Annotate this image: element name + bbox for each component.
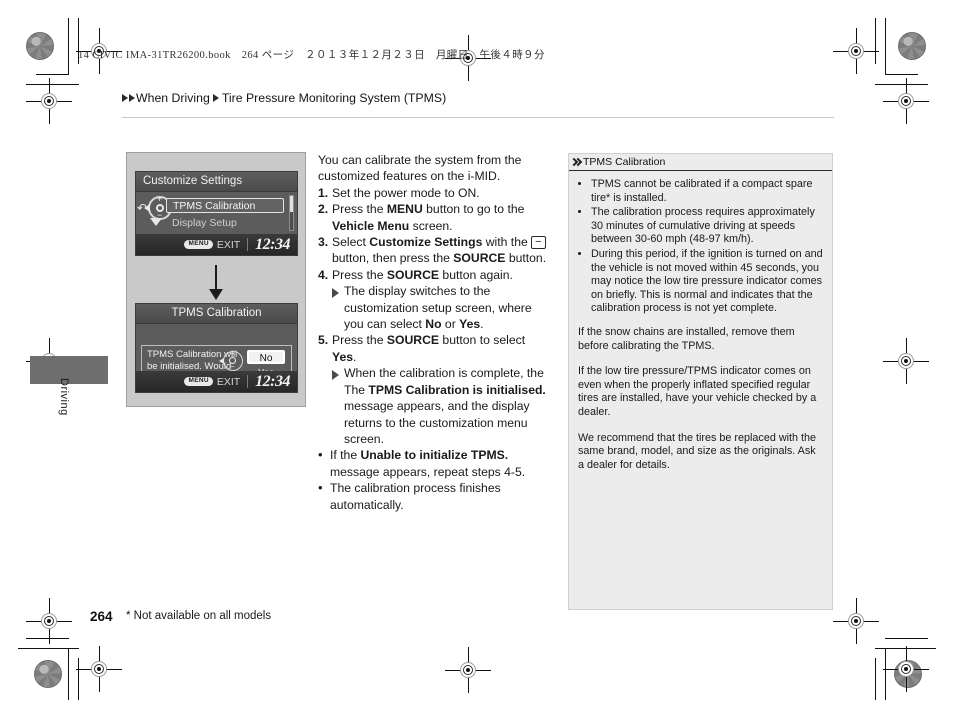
imid-screen2-footer: MENU EXIT 12:34 (136, 371, 297, 392)
step-1: 1. Set the power mode to ON. (318, 185, 550, 201)
sidebar-body: TPMS cannot be calibrated if a compact s… (569, 171, 832, 472)
breadcrumb-section[interactable]: When Driving (136, 91, 210, 105)
sidebar-header: TPMS Calibration (569, 154, 832, 171)
source-button-ref: SOURCE (453, 251, 506, 266)
step-text: Set the power mode to ON. (332, 185, 480, 200)
registration-mark-right-lower (883, 646, 929, 692)
menu-button-pill[interactable]: MENU (184, 376, 213, 387)
exit-label: EXIT (216, 238, 241, 251)
flow-arrow-head-icon (209, 289, 223, 300)
step-2: 2. Press the MENU button to go to the Ve… (318, 201, 550, 234)
exit-label: EXIT (216, 375, 241, 388)
step-4: 4. Press the SOURCE button again. (318, 267, 550, 283)
step-text: Select Customize Settings with the − but… (332, 235, 547, 266)
imid-menu-item-selected[interactable]: TPMS Calibration (166, 198, 284, 213)
registration-mark-right-upper (883, 78, 929, 124)
imid-clock: 12:34 (255, 235, 290, 253)
imid-clock: 12:34 (255, 372, 290, 390)
breadcrumb: When Driving Tire Pressure Monitoring Sy… (122, 91, 834, 105)
sidebar-paragraph: If the snow chains are installed, remove… (578, 325, 795, 352)
illustration-panel: Customize Settings ↶ + − TPMS Calibration… (126, 152, 306, 407)
list-item: The calibration process requires approxi… (591, 206, 823, 247)
sidebar-note-panel: TPMS Calibration TPMS cannot be calibrat… (568, 153, 833, 610)
halftone-dot-top-left (26, 32, 54, 60)
triangle-right-icon (332, 288, 339, 299)
list-item: TPMS cannot be calibrated if a compact s… (591, 178, 823, 205)
main-bullet: • If the Unable to initialize TPMS. mess… (318, 447, 550, 480)
breadcrumb-topic[interactable]: Tire Pressure Monitoring System (TPMS) (222, 91, 446, 105)
registration-mark-bottom-center (445, 647, 491, 693)
sidebar-paragraph: If the low tire pressure/TPMS indicator … (578, 365, 817, 418)
step-4-note-text: The display switches to the customizatio… (344, 284, 532, 332)
triangle-right-icon (129, 94, 135, 102)
list-item: During this period, if the ignition is t… (591, 248, 823, 316)
step-5: 5. Press the SOURCE button to select Yes… (318, 332, 550, 365)
step-5-note-text: When the calibration is complete, the Th… (344, 366, 546, 446)
step-3: 3. Select Customize Settings with the − … (318, 234, 550, 267)
breadcrumb-divider (122, 117, 834, 118)
main-bullet-text: The calibration process finishes automat… (330, 481, 501, 512)
footnote: * Not available on all models (126, 610, 272, 622)
bullet-icon: • (318, 480, 323, 496)
tpms-initialised-message: TPMS Calibration is initialised. (368, 382, 546, 397)
step-text: Press the SOURCE button again. (332, 267, 513, 282)
imid-screen1-body: ↶ + − TPMS Calibration Display Setup (136, 192, 297, 236)
registration-mark-bottom-right (833, 598, 879, 644)
yes-ref: Yes (332, 349, 354, 364)
imid-screen1-title: Customize Settings (136, 172, 297, 192)
step-number: 2. (318, 202, 329, 217)
unable-to-initialize-message: Unable to initialize TPMS. (360, 448, 509, 463)
step-number: 1. (318, 185, 329, 200)
imid-screen-customize-settings: Customize Settings ↶ + − TPMS Calibration… (135, 171, 298, 256)
margin-tab-label: Driving (58, 378, 70, 416)
sidebar-paragraph: We recommend that the tires be replaced … (578, 431, 817, 471)
main-bullet-text: If the Unable to initialize TPMS. messag… (330, 448, 526, 479)
scroll-down-arrow-icon (150, 218, 162, 226)
step-number: 4. (318, 267, 329, 282)
step-4-note: The display switches to the customizatio… (318, 283, 550, 332)
vehicle-menu-ref: Vehicle Menu (332, 218, 410, 233)
registration-mark-top-right (833, 28, 879, 74)
step-number: 5. (318, 333, 329, 348)
halftone-dot-top-right (898, 32, 926, 60)
menu-button-pill[interactable]: MENU (184, 239, 213, 250)
step-text: Press the MENU button to go to the Vehic… (332, 202, 525, 233)
triangle-right-icon (212, 94, 219, 102)
source-button-ref: SOURCE (386, 267, 440, 282)
double-chevron-right-icon (571, 157, 581, 167)
imid-scrollbar[interactable] (289, 195, 294, 231)
main-bullet: • The calibration process finishes autom… (318, 480, 550, 513)
sidebar-title: TPMS Calibration (583, 156, 666, 168)
registration-mark-left-upper (26, 78, 72, 124)
bullet-icon: • (318, 447, 323, 463)
sidebar-bullet-list: TPMS cannot be calibrated if a compact s… (578, 178, 823, 316)
imid-screen1-footer: MENU EXIT 12:34 (136, 234, 297, 255)
instruction-column: You can calibrate the system from the cu… (318, 152, 550, 513)
step-text: Press the SOURCE button to select Yes. (332, 333, 526, 364)
step-number: 3. (318, 235, 329, 250)
minus-key-icon: − (531, 236, 546, 250)
intro-paragraph: You can calibrate the system from the cu… (318, 153, 522, 184)
registration-mark-bottom-left (26, 598, 72, 644)
imid-menu-item-next[interactable]: Display Setup (172, 217, 237, 229)
registration-mark-left-lower (76, 646, 122, 692)
customize-settings-ref: Customize Settings (369, 235, 483, 250)
imid-no-button[interactable]: No (247, 350, 285, 364)
halftone-dot-bottom-left (34, 660, 62, 688)
imid-screen-tpms-calibration: TPMS Calibration TPMS Calibration will b… (135, 303, 298, 393)
page-number: 264 (90, 609, 113, 624)
book-meta-header: 14 CIVIC IMA-31TR26200.book 264 ページ ２０１３… (78, 50, 545, 61)
triangle-right-icon (332, 370, 339, 381)
menu-button-ref: MENU (386, 202, 423, 217)
step-5-note: When the calibration is complete, the Th… (318, 365, 550, 447)
registration-mark-right-center (883, 338, 929, 384)
imid-screen2-body: TPMS Calibration will be initialised. Wo… (136, 324, 297, 391)
triangle-right-icon (122, 94, 128, 102)
source-button-ref: SOURCE (386, 333, 440, 348)
imid-screen2-title: TPMS Calibration (136, 304, 297, 324)
